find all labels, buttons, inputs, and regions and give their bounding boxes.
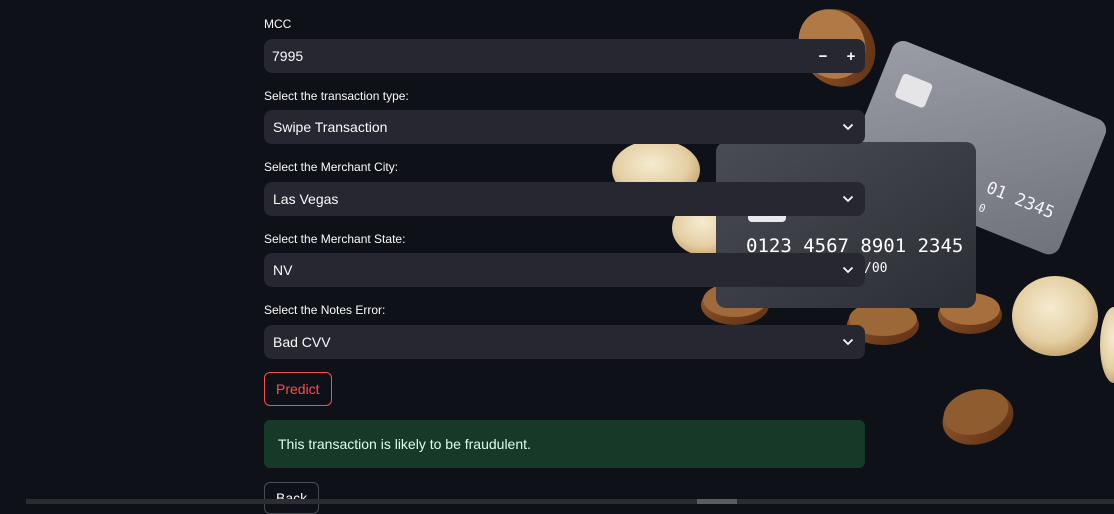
coin-right-large	[1012, 276, 1098, 356]
mcc-number-input[interactable]: 7995 − +	[264, 39, 865, 73]
merchant-state-value: NV	[273, 262, 293, 278]
chevron-down-icon[interactable]	[831, 253, 865, 287]
coin-right-edge	[1100, 307, 1114, 383]
merchant-state-select[interactable]: NV	[264, 253, 865, 287]
notes-error-select[interactable]: Bad CVV	[264, 325, 865, 359]
chevron-down-icon[interactable]	[831, 325, 865, 359]
coin-bottom-right	[942, 389, 1014, 445]
card-front-expiry: /00	[864, 261, 887, 276]
fraud-result-message: This transaction is likely to be fraudul…	[278, 436, 531, 452]
transaction-type-label: Select the transaction type:	[264, 89, 409, 103]
merchant-state-label: Select the Merchant State:	[264, 232, 406, 246]
merchant-city-select[interactable]: Las Vegas	[264, 182, 865, 216]
notes-error-value: Bad CVV	[273, 334, 331, 350]
mcc-increment-button[interactable]: +	[837, 39, 865, 73]
transaction-type-select[interactable]: Swipe Transaction	[264, 110, 865, 144]
mcc-label: MCC	[264, 17, 292, 31]
notes-error-label: Select the Notes Error:	[264, 303, 386, 317]
horizontal-scrollbar[interactable]	[26, 499, 1114, 504]
predict-button[interactable]: Predict	[264, 372, 332, 406]
scrollbar-thumb[interactable]	[697, 499, 737, 504]
merchant-city-label: Select the Merchant City:	[264, 160, 399, 174]
mcc-decrement-button[interactable]: −	[809, 39, 837, 73]
mcc-value[interactable]: 7995	[264, 48, 809, 64]
chevron-down-icon[interactable]	[831, 182, 865, 216]
back-button[interactable]: Back	[264, 482, 320, 514]
fraud-result-alert: This transaction is likely to be fraudul…	[264, 420, 865, 468]
transaction-type-value: Swipe Transaction	[273, 119, 388, 135]
chevron-down-icon[interactable]	[831, 110, 865, 144]
merchant-city-value: Las Vegas	[273, 191, 339, 207]
